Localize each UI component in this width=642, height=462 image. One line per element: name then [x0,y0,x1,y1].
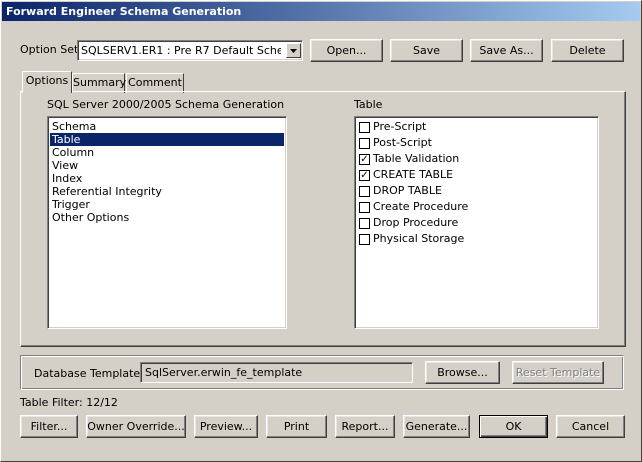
list-item-other-options[interactable]: Other Options [50,211,284,224]
database-template-label: Database Template: [34,367,144,380]
checkbox-checked[interactable]: ✓ [359,170,370,181]
database-template-field[interactable]: SqlServer.erwin_fe_template [140,362,413,383]
checkbox-checked[interactable]: ✓ [359,154,370,165]
open-button[interactable]: Open... [310,39,383,62]
option-table-validation[interactable]: ✓ Table Validation [357,151,595,167]
dropdown-button[interactable] [286,43,301,58]
print-button[interactable]: Print [266,415,327,438]
tab-comment[interactable]: Comment [126,73,184,93]
database-template-value: SqlServer.erwin_fe_template [145,366,303,379]
option-post-script[interactable]: Post-Script [357,135,595,151]
tab-options[interactable]: Options [22,71,72,93]
delete-button[interactable]: Delete [551,39,624,62]
title-bar[interactable]: Forward Engineer Schema Generation [2,2,640,21]
schema-generation-heading: SQL Server 2000/2005 Schema Generation [47,98,285,111]
category-list[interactable]: Schema Table Column View Index Referenti… [47,116,287,329]
option-create-procedure[interactable]: Create Procedure [357,199,595,215]
option-physical-storage[interactable]: Physical Storage [357,231,595,247]
checkbox[interactable] [359,186,370,197]
list-item-column[interactable]: Column [50,146,284,159]
list-item-index[interactable]: Index [50,172,284,185]
owner-override-button[interactable]: Owner Override... [86,415,186,438]
table-filter-status: Table Filter: 12/12 [20,396,118,409]
list-item-trigger[interactable]: Trigger [50,198,284,211]
table-options-items: Pre-Script Post-Script ✓ Table Validation… [357,119,595,247]
option-pre-script[interactable]: Pre-Script [357,119,595,135]
generate-button[interactable]: Generate... [403,415,470,438]
checkbox[interactable] [359,138,370,149]
save-as-button[interactable]: Save As... [470,39,543,62]
checkbox[interactable] [359,122,370,133]
list-item-referential-integrity[interactable]: Referential Integrity [50,185,284,198]
list-item-view[interactable]: View [50,159,284,172]
window-title: Forward Engineer Schema Generation [6,5,242,18]
cancel-button[interactable]: Cancel [556,415,625,438]
report-button[interactable]: Report... [335,415,395,438]
table-options-list: Pre-Script Post-Script ✓ Table Validation… [354,116,599,329]
option-drop-procedure[interactable]: Drop Procedure [357,215,595,231]
save-button[interactable]: Save [390,39,463,62]
filter-button[interactable]: Filter... [20,415,78,438]
checkbox[interactable] [359,202,370,213]
tab-summary[interactable]: Summary [72,73,126,93]
checkbox[interactable] [359,234,370,245]
browse-button[interactable]: Browse... [425,361,500,384]
checkbox[interactable] [359,218,370,229]
category-list-items: Schema Table Column View Index Referenti… [50,120,284,224]
option-drop-table[interactable]: DROP TABLE [357,183,595,199]
option-set-label: Option Set: [20,43,82,56]
reset-template-button: Reset Template [512,361,604,384]
list-item-table[interactable]: Table [50,133,284,146]
option-set-dropdown[interactable]: SQLSERV1.ER1 : Pre R7 Default Schema Ge [77,40,303,61]
ok-button[interactable]: OK [479,415,548,438]
option-set-value: SQLSERV1.ER1 : Pre R7 Default Schema Ge [81,44,281,57]
list-item-schema[interactable]: Schema [50,120,284,133]
option-create-table[interactable]: ✓ CREATE TABLE [357,167,595,183]
table-options-heading: Table [354,98,383,111]
chevron-down-icon [290,49,297,53]
preview-button[interactable]: Preview... [194,415,258,438]
